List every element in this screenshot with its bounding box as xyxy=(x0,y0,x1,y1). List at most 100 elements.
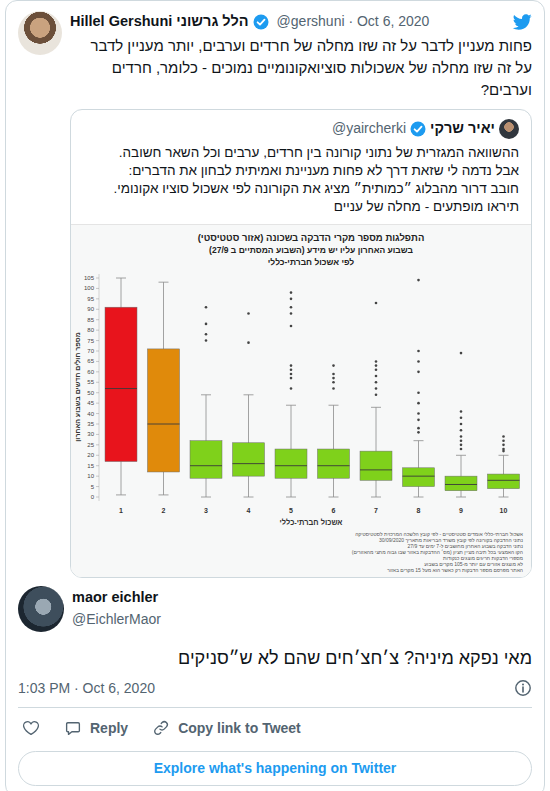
outlier-dot xyxy=(460,351,463,354)
outlier-dot xyxy=(417,401,420,404)
speech-bubble-icon xyxy=(64,719,82,737)
reply-name[interactable]: maor eichler xyxy=(72,587,161,609)
outlier-dot xyxy=(290,312,293,315)
chain-link-icon xyxy=(152,719,170,737)
y-axis-label: מספר חולים חדשים בשבוע האחרון xyxy=(74,332,81,442)
y-tick xyxy=(96,392,99,393)
author-name[interactable]: Hillel Gershuni הלל גרשוני xyxy=(70,11,249,33)
outlier-dot xyxy=(332,387,335,390)
reply-author: maor eichler@EichlerMaor xyxy=(72,587,161,630)
outlier-dot xyxy=(247,341,250,344)
tweet-text: פחות מעניין לדבר על זה שזו מחלה של חרדים… xyxy=(70,35,532,101)
x-tick-label: 1 xyxy=(119,507,123,514)
outlier-dot xyxy=(332,380,335,383)
twitter-bird-icon[interactable] xyxy=(512,12,532,32)
y-tick xyxy=(96,486,99,487)
icon-stroke xyxy=(155,726,162,734)
reply-handle: @EichlerMaor xyxy=(72,609,161,630)
author-avatar[interactable] xyxy=(18,11,62,55)
reply-time[interactable]: 1:03 PM · Oct 6, 2020 xyxy=(18,678,155,699)
median-line xyxy=(318,465,350,466)
whisker-cap xyxy=(414,496,424,497)
outlier-dot xyxy=(460,416,463,419)
y-tick-label: 70 xyxy=(87,348,94,354)
y-tick xyxy=(96,423,99,424)
whisker-cap xyxy=(371,406,381,407)
y-tick-label: 15 xyxy=(87,462,94,468)
quoted-name: יאיר שרקי xyxy=(430,118,495,140)
y-tick xyxy=(96,340,99,341)
median-line xyxy=(275,465,307,466)
quoted-handle: @yaircherki xyxy=(332,118,406,139)
outlier-dot xyxy=(502,443,505,446)
time-row: 1:03 PM · Oct 6, 2020 xyxy=(18,678,532,699)
y-tick xyxy=(96,413,99,414)
box xyxy=(318,364,350,497)
median-line xyxy=(105,388,137,389)
median-line xyxy=(148,423,180,424)
outlier-dot xyxy=(417,431,420,434)
explore-button[interactable]: Explore what's happening on Twitter xyxy=(18,751,532,786)
whisker-cap xyxy=(201,496,211,497)
outlier-dot xyxy=(375,387,378,390)
info-ring xyxy=(516,681,530,695)
y-tick-label: 80 xyxy=(87,327,94,333)
y-tick-label: 65 xyxy=(87,358,94,364)
info-icon[interactable] xyxy=(514,679,532,697)
outlier-dot xyxy=(332,372,335,375)
outlier-dot xyxy=(332,376,335,379)
y-tick xyxy=(96,360,99,361)
box xyxy=(148,282,180,495)
boxplot-chart: התפלגות מספר מקרי הדבקה בשכונה (אזור סטט… xyxy=(71,224,531,577)
outlier-dot xyxy=(460,447,463,450)
logo-slot xyxy=(512,12,532,32)
whisker-cap xyxy=(201,394,211,395)
box-body xyxy=(403,467,435,486)
x-tick-label: 6 xyxy=(332,507,336,514)
quoted-tweet[interactable]: יאיר שרקי @yaircherki ההשוואה המגזרית של נ… xyxy=(70,109,532,578)
quoted-line: ההשוואה המגזרית של נתוני קורונה בין חרדי… xyxy=(71,144,531,162)
reply-action[interactable]: Reply xyxy=(64,718,128,739)
badge-check xyxy=(257,19,264,24)
y-tick xyxy=(96,319,99,320)
outlier-dot xyxy=(460,439,463,442)
median-line xyxy=(190,465,222,466)
box xyxy=(275,291,307,497)
whisker-cap xyxy=(499,454,509,455)
y-tick-label: 60 xyxy=(87,368,94,374)
y-tick-label: 90 xyxy=(87,306,94,312)
link-action[interactable]: Copy link to Tweet xyxy=(152,718,301,739)
x-axis-label: אשכול חברתי-כללי xyxy=(280,518,343,527)
like-action[interactable] xyxy=(22,719,40,737)
reply-avatar[interactable] xyxy=(18,586,64,632)
y-tick xyxy=(96,298,99,299)
quoted-line: תיראו מופתעים - מחלה של עניים xyxy=(71,198,531,216)
x-tick-label: 10 xyxy=(500,507,508,514)
y-tick xyxy=(96,454,99,455)
chart-title: התפלגות מספר מקרי הדבקה בשכונה (אזור סטט… xyxy=(198,232,425,243)
outlier-dot xyxy=(460,422,463,425)
median-line xyxy=(233,463,265,464)
y-tick xyxy=(96,433,99,434)
outlier-dot xyxy=(460,435,463,438)
whisker-cap xyxy=(244,496,254,497)
whisker-cap xyxy=(116,494,126,495)
reply-header: maor eichler@EichlerMaor xyxy=(18,586,532,632)
outlier-dot xyxy=(460,443,463,446)
y-tick xyxy=(96,308,99,309)
outlier-dot xyxy=(375,368,378,371)
quoted-text: ההשוואה המגזרית של נתוני קורונה בין חרדי… xyxy=(71,144,531,224)
outlier-dot xyxy=(332,364,335,367)
outlier-dot xyxy=(205,339,208,342)
whisker-cap xyxy=(329,496,339,497)
quoted-line: אבל נדמה לי שזאת דרך לא פחות מעניינת ואמ… xyxy=(71,162,531,180)
outlier-dot xyxy=(417,418,420,421)
x-tick-label: 5 xyxy=(289,507,293,514)
info-dot xyxy=(522,683,524,685)
y-tick xyxy=(96,496,99,497)
outlier-dot xyxy=(417,360,420,363)
heart-icon xyxy=(22,719,40,737)
box xyxy=(233,312,265,497)
outlier-dot xyxy=(417,391,420,394)
box xyxy=(403,278,435,496)
